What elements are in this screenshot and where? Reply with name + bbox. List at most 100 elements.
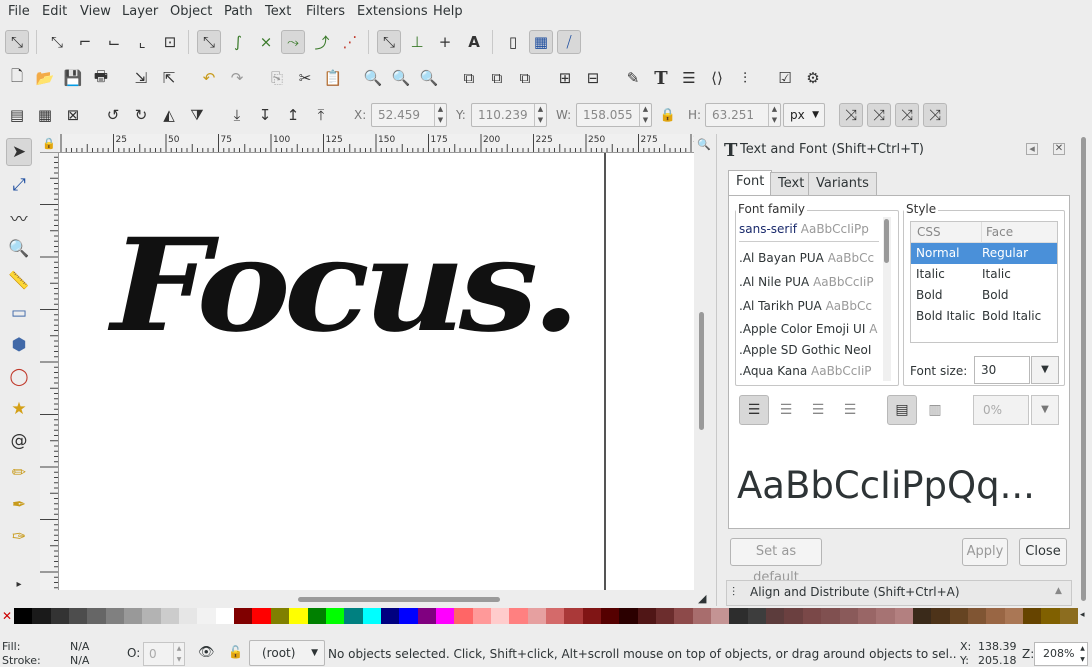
snap-bbox-edge-icon[interactable]: ⌐ <box>73 30 97 54</box>
opacity-stepper[interactable]: ▲ ▼ <box>173 643 184 665</box>
chevron-down-icon[interactable]: ▼ <box>1031 395 1059 425</box>
color-swatch[interactable] <box>87 608 107 624</box>
layer-visibility-icon[interactable]: 👁 <box>198 645 215 660</box>
tab-text[interactable]: Text <box>770 172 813 196</box>
color-swatch[interactable] <box>197 608 217 624</box>
new-document-icon[interactable]: 🗋 <box>5 66 29 90</box>
redo-icon[interactable]: ↷ <box>225 66 249 90</box>
calligraphy-tool-icon[interactable]: ✑ <box>6 523 32 551</box>
rotate-ccw-icon[interactable]: ↺ <box>101 103 125 127</box>
horizontal-text-icon[interactable]: ▤ <box>887 395 917 425</box>
x-input[interactable]: 52.459 ▲ ▼ <box>371 103 447 127</box>
menu-help[interactable]: Help <box>433 4 463 19</box>
list-item[interactable]: .Al Tarikh PUA AaBbCc <box>739 294 879 318</box>
color-swatch[interactable] <box>711 608 730 624</box>
canvas-text-focus[interactable]: Focus. <box>111 211 581 361</box>
stroke-value[interactable]: N/A <box>70 654 89 667</box>
color-swatch[interactable] <box>692 608 712 624</box>
3d-box-tool-icon[interactable]: ⬢ <box>6 331 32 359</box>
list-item[interactable]: .Aqua Kana AaBbCcIiP <box>739 359 879 381</box>
snap-midpoint-icon[interactable]: ⋰ <box>338 30 362 54</box>
horizontal-scroll-thumb[interactable] <box>298 597 500 602</box>
select-all-layers-icon[interactable]: ▦ <box>33 103 57 127</box>
selector-arrow-icon[interactable]: ➤ <box>6 138 32 166</box>
color-swatch[interactable] <box>619 608 639 624</box>
snap-grid-icon[interactable]: ▦ <box>529 30 553 54</box>
apply-button[interactable]: Apply <box>962 538 1008 566</box>
color-swatch[interactable] <box>931 608 951 624</box>
zoom-page-icon[interactable]: 🔍 <box>417 66 441 90</box>
menu-object[interactable]: Object <box>170 4 212 19</box>
snap-bbox-center-icon[interactable]: ⊡ <box>158 30 182 54</box>
tab-font[interactable]: Font <box>728 170 773 196</box>
color-swatch[interactable] <box>215 608 235 624</box>
unit-select[interactable]: px ▼ <box>783 103 825 127</box>
x-stepper[interactable]: ▲ ▼ <box>434 104 446 126</box>
snap-intersection-icon[interactable]: ⨯ <box>254 30 278 54</box>
color-swatch[interactable] <box>839 608 859 624</box>
color-swatch[interactable] <box>32 608 52 624</box>
scale-stroke-icon[interactable]: ⤨ <box>839 103 863 127</box>
raise-icon[interactable]: ↥ <box>281 103 305 127</box>
color-swatch[interactable] <box>564 608 584 624</box>
color-swatch[interactable] <box>912 608 932 624</box>
color-swatch[interactable] <box>986 608 1006 624</box>
color-swatch[interactable] <box>50 608 70 624</box>
color-swatch[interactable] <box>894 608 914 624</box>
select-all-icon[interactable]: ▤ <box>5 103 29 127</box>
color-swatch[interactable] <box>14 608 33 624</box>
no-paint-icon[interactable]: ✕ <box>2 609 12 623</box>
export-icon[interactable]: ⇱ <box>157 66 181 90</box>
unlink-clone-icon[interactable]: ⧉ <box>513 66 537 90</box>
color-swatch[interactable] <box>747 608 767 624</box>
print-icon[interactable]: 🖶 <box>89 66 113 90</box>
css-column-header[interactable]: CSS <box>917 222 941 242</box>
chevron-up-icon[interactable]: ▲ <box>1055 586 1062 596</box>
color-swatch[interactable] <box>674 608 694 624</box>
font-list-scroll-thumb[interactable] <box>884 219 889 263</box>
layer-lock-icon[interactable]: 🔓 <box>228 645 243 659</box>
h-stepper[interactable]: ▲ ▼ <box>768 104 780 126</box>
snap-others-icon[interactable]: ⤡ <box>377 30 401 54</box>
color-swatch[interactable] <box>160 608 180 624</box>
color-swatch[interactable] <box>380 608 400 624</box>
star-tool-icon[interactable]: ★ <box>6 395 32 423</box>
text-font-icon[interactable]: T <box>649 66 673 90</box>
color-swatch[interactable] <box>821 608 841 624</box>
transform-gradients-icon[interactable]: ⤨ <box>895 103 919 127</box>
chevron-down-icon[interactable]: ▼ <box>1031 356 1059 384</box>
y-stepper[interactable]: ▲ ▼ <box>534 104 546 126</box>
list-item[interactable]: .Al Nile PUA AaBbCcIiP <box>739 270 879 294</box>
menu-view[interactable]: View <box>80 4 111 19</box>
color-swatch[interactable] <box>509 608 529 624</box>
tweak-tool-icon[interactable]: 〰 <box>6 203 32 231</box>
xml-editor-icon[interactable]: ⟨⟩ <box>705 66 729 90</box>
color-swatch[interactable] <box>1022 608 1042 624</box>
color-swatch[interactable] <box>69 608 88 624</box>
table-row[interactable]: Bold Italic Bold Italic <box>911 306 1057 327</box>
fill-stroke-icon[interactable]: ✎ <box>621 66 645 90</box>
snap-bbox-icon[interactable]: ⤡ <box>45 30 69 54</box>
style-list[interactable]: CSS Face Normal Regular Italic Italic Bo… <box>910 221 1058 343</box>
layers-icon[interactable]: ☰ <box>677 66 701 90</box>
zoom-drawing-icon[interactable]: 🔍 <box>389 66 413 90</box>
zoom-tool-icon[interactable]: 🔍 <box>6 235 32 263</box>
lock-ratio-icon[interactable]: 🔒 <box>656 103 680 127</box>
color-swatch[interactable] <box>766 608 785 624</box>
color-swatch[interactable] <box>417 608 437 624</box>
lower-icon[interactable]: ↧ <box>253 103 277 127</box>
canvas[interactable]: Focus. <box>59 153 694 590</box>
y-input[interactable]: 110.239 ▲ ▼ <box>471 103 547 127</box>
color-swatch[interactable] <box>1059 608 1079 624</box>
menu-layer[interactable]: Layer <box>122 4 158 19</box>
menu-extensions[interactable]: Extensions <box>357 4 428 19</box>
copy-icon[interactable]: ⎘ <box>265 66 289 90</box>
zoom-corner-icon[interactable]: 🔍 <box>697 138 711 151</box>
spiral-tool-icon[interactable]: @ <box>6 427 32 455</box>
snap-rotation-center-icon[interactable]: + <box>433 30 457 54</box>
chevron-right-icon[interactable]: ▸ <box>6 570 32 598</box>
color-swatch[interactable] <box>857 608 877 624</box>
color-swatch[interactable] <box>289 608 309 624</box>
color-swatch[interactable] <box>656 608 675 624</box>
duplicate-icon[interactable]: ⧉ <box>457 66 481 90</box>
